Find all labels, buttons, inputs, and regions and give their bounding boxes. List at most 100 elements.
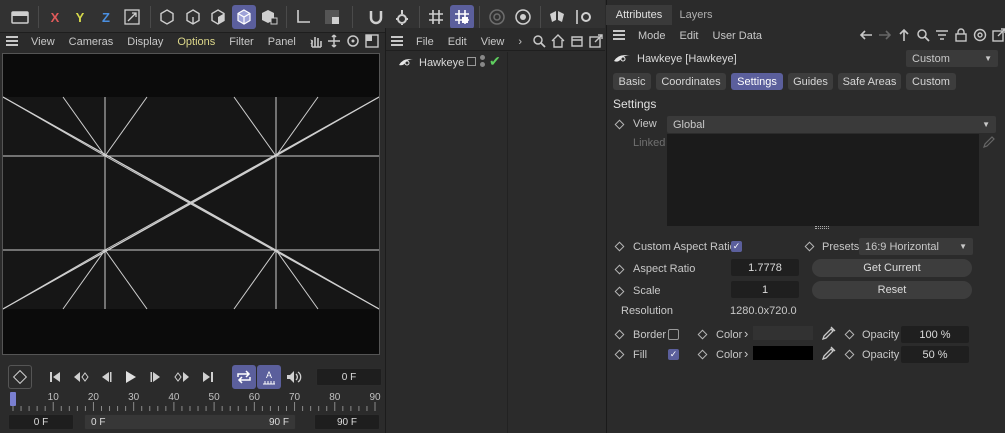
target-icon[interactable] bbox=[973, 28, 987, 42]
filter-icon[interactable] bbox=[935, 28, 949, 42]
border-color-swatch[interactable] bbox=[753, 326, 813, 340]
current-frame-field[interactable]: 0 F bbox=[316, 368, 382, 386]
play-icon[interactable] bbox=[121, 366, 141, 388]
forward-arrow-icon[interactable] bbox=[878, 28, 892, 42]
lock-workplane-icon[interactable] bbox=[485, 5, 509, 29]
border-opacity-input[interactable]: 100 % bbox=[901, 326, 969, 343]
preset-dropdown[interactable]: Custom ▼ bbox=[906, 50, 998, 67]
polygons-mode-icon[interactable] bbox=[206, 5, 230, 29]
object-menu-view[interactable]: View bbox=[474, 36, 512, 48]
uv-mode-icon[interactable] bbox=[257, 5, 281, 29]
symmetry-settings-icon[interactable] bbox=[572, 5, 596, 29]
edges-mode-icon[interactable] bbox=[181, 5, 205, 29]
fill-checkbox[interactable]: ✓ bbox=[668, 349, 679, 360]
object-menu-file[interactable]: File bbox=[409, 36, 441, 48]
attribute-menu-mode[interactable]: Mode bbox=[631, 30, 673, 42]
scale-input[interactable]: 1 bbox=[731, 281, 799, 298]
attribute-hamburger-icon[interactable] bbox=[613, 29, 631, 43]
snap-magnet-icon[interactable] bbox=[364, 5, 388, 29]
auto-key-icon[interactable]: A bbox=[257, 365, 281, 389]
pencil-icon[interactable] bbox=[982, 135, 996, 149]
up-arrow-icon[interactable] bbox=[897, 28, 911, 42]
y-axis-toggle[interactable]: Y bbox=[68, 5, 92, 29]
reset-button[interactable]: Reset bbox=[812, 281, 972, 299]
model-mode-icon[interactable] bbox=[232, 5, 256, 29]
end-frame-field[interactable]: 90 F bbox=[314, 414, 380, 430]
object-row-hawkeye[interactable]: Hawkeye bbox=[398, 55, 464, 71]
grid-snap-icon[interactable] bbox=[424, 5, 448, 29]
playhead-marker[interactable] bbox=[10, 392, 16, 406]
search-icon[interactable] bbox=[532, 34, 546, 48]
lock-icon[interactable] bbox=[954, 28, 968, 42]
solo-mode-icon[interactable] bbox=[320, 5, 344, 29]
maximize-view-icon[interactable] bbox=[365, 34, 379, 48]
chevron-right-icon[interactable]: › bbox=[511, 36, 529, 48]
visibility-dots-icon[interactable] bbox=[480, 55, 486, 68]
tab-layers[interactable]: Layers bbox=[672, 5, 720, 25]
record-keyframe-button[interactable] bbox=[8, 365, 32, 389]
viewport-menu-cameras[interactable]: Cameras bbox=[62, 36, 121, 48]
frame-range-slider[interactable]: 0 F 90 F bbox=[84, 414, 296, 430]
x-axis-toggle[interactable]: X bbox=[43, 5, 67, 29]
viewport-menu-panel[interactable]: Panel bbox=[261, 36, 303, 48]
get-current-button[interactable]: Get Current bbox=[812, 259, 972, 277]
timeline-ruler[interactable]: 0102030405060708090 bbox=[0, 390, 385, 412]
subtab-guides[interactable]: Guides bbox=[788, 73, 833, 90]
sound-icon[interactable] bbox=[284, 366, 304, 388]
viewport-menu-options[interactable]: Options bbox=[170, 36, 222, 48]
chevron-right-icon[interactable]: › bbox=[744, 346, 748, 361]
object-menu-edit[interactable]: Edit bbox=[441, 36, 474, 48]
eyedropper-icon[interactable] bbox=[821, 325, 837, 341]
attribute-menu-user-data[interactable]: User Data bbox=[706, 30, 770, 42]
subtab-basic[interactable]: Basic bbox=[613, 73, 651, 90]
rotate-view-icon[interactable] bbox=[346, 34, 360, 48]
new-window-icon[interactable] bbox=[992, 28, 1005, 42]
move-view-icon[interactable] bbox=[327, 34, 341, 48]
next-key-icon[interactable] bbox=[171, 366, 193, 388]
new-window-icon[interactable] bbox=[589, 34, 603, 48]
aspect-ratio-input[interactable]: 1.7778 bbox=[731, 259, 799, 276]
subtab-coordinates[interactable]: Coordinates bbox=[656, 73, 726, 90]
camera-viewport[interactable] bbox=[2, 53, 380, 355]
go-to-end-icon[interactable] bbox=[198, 366, 218, 388]
pan-hand-icon[interactable] bbox=[308, 34, 322, 48]
viewport-menu-filter[interactable]: Filter bbox=[222, 36, 260, 48]
points-mode-icon[interactable] bbox=[155, 5, 179, 29]
symmetry-icon[interactable] bbox=[545, 5, 569, 29]
viewport-hamburger-icon[interactable] bbox=[6, 35, 24, 49]
fill-color-swatch[interactable] bbox=[753, 346, 813, 360]
search-icon[interactable] bbox=[916, 28, 930, 42]
tab-attributes[interactable]: Attributes bbox=[606, 5, 672, 25]
loop-icon[interactable] bbox=[232, 365, 256, 389]
next-frame-icon[interactable] bbox=[146, 366, 166, 388]
border-checkbox[interactable] bbox=[668, 329, 679, 340]
layout-icon[interactable] bbox=[8, 5, 32, 29]
z-axis-toggle[interactable]: Z bbox=[94, 5, 118, 29]
eyedropper-icon[interactable] bbox=[821, 345, 837, 361]
subtab-custom[interactable]: Custom bbox=[906, 73, 956, 90]
enabled-check-icon[interactable]: ✔ bbox=[489, 53, 501, 70]
layer-tag-icon[interactable] bbox=[467, 57, 476, 66]
presets-dropdown[interactable]: 16:9 Horizontal ▼ bbox=[859, 238, 973, 255]
bookmark-icon[interactable] bbox=[570, 34, 584, 48]
viewport-menu-view[interactable]: View bbox=[24, 36, 62, 48]
home-icon[interactable] bbox=[551, 34, 565, 48]
linked-list-box[interactable] bbox=[667, 134, 979, 226]
prev-key-icon[interactable] bbox=[71, 366, 91, 388]
resize-grip-icon[interactable] bbox=[815, 226, 829, 229]
workplane-icon[interactable] bbox=[450, 5, 474, 29]
axis-mode-icon[interactable] bbox=[291, 5, 315, 29]
back-arrow-icon[interactable] bbox=[859, 28, 873, 42]
fill-opacity-input[interactable]: 50 % bbox=[901, 346, 969, 363]
viewport-menu-display[interactable]: Display bbox=[120, 36, 170, 48]
snap-settings-icon[interactable] bbox=[390, 5, 414, 29]
chevron-right-icon[interactable]: › bbox=[744, 326, 748, 341]
go-to-start-icon[interactable] bbox=[45, 366, 65, 388]
render-settings-icon[interactable] bbox=[511, 5, 535, 29]
prev-frame-icon[interactable] bbox=[96, 366, 116, 388]
subtab-settings[interactable]: Settings bbox=[731, 73, 783, 90]
coordinate-system-icon[interactable] bbox=[120, 5, 144, 29]
start-frame-field[interactable]: 0 F bbox=[8, 414, 74, 430]
view-dropdown[interactable]: Global ▼ bbox=[667, 116, 996, 133]
subtab-safe-areas[interactable]: Safe Areas bbox=[838, 73, 901, 90]
